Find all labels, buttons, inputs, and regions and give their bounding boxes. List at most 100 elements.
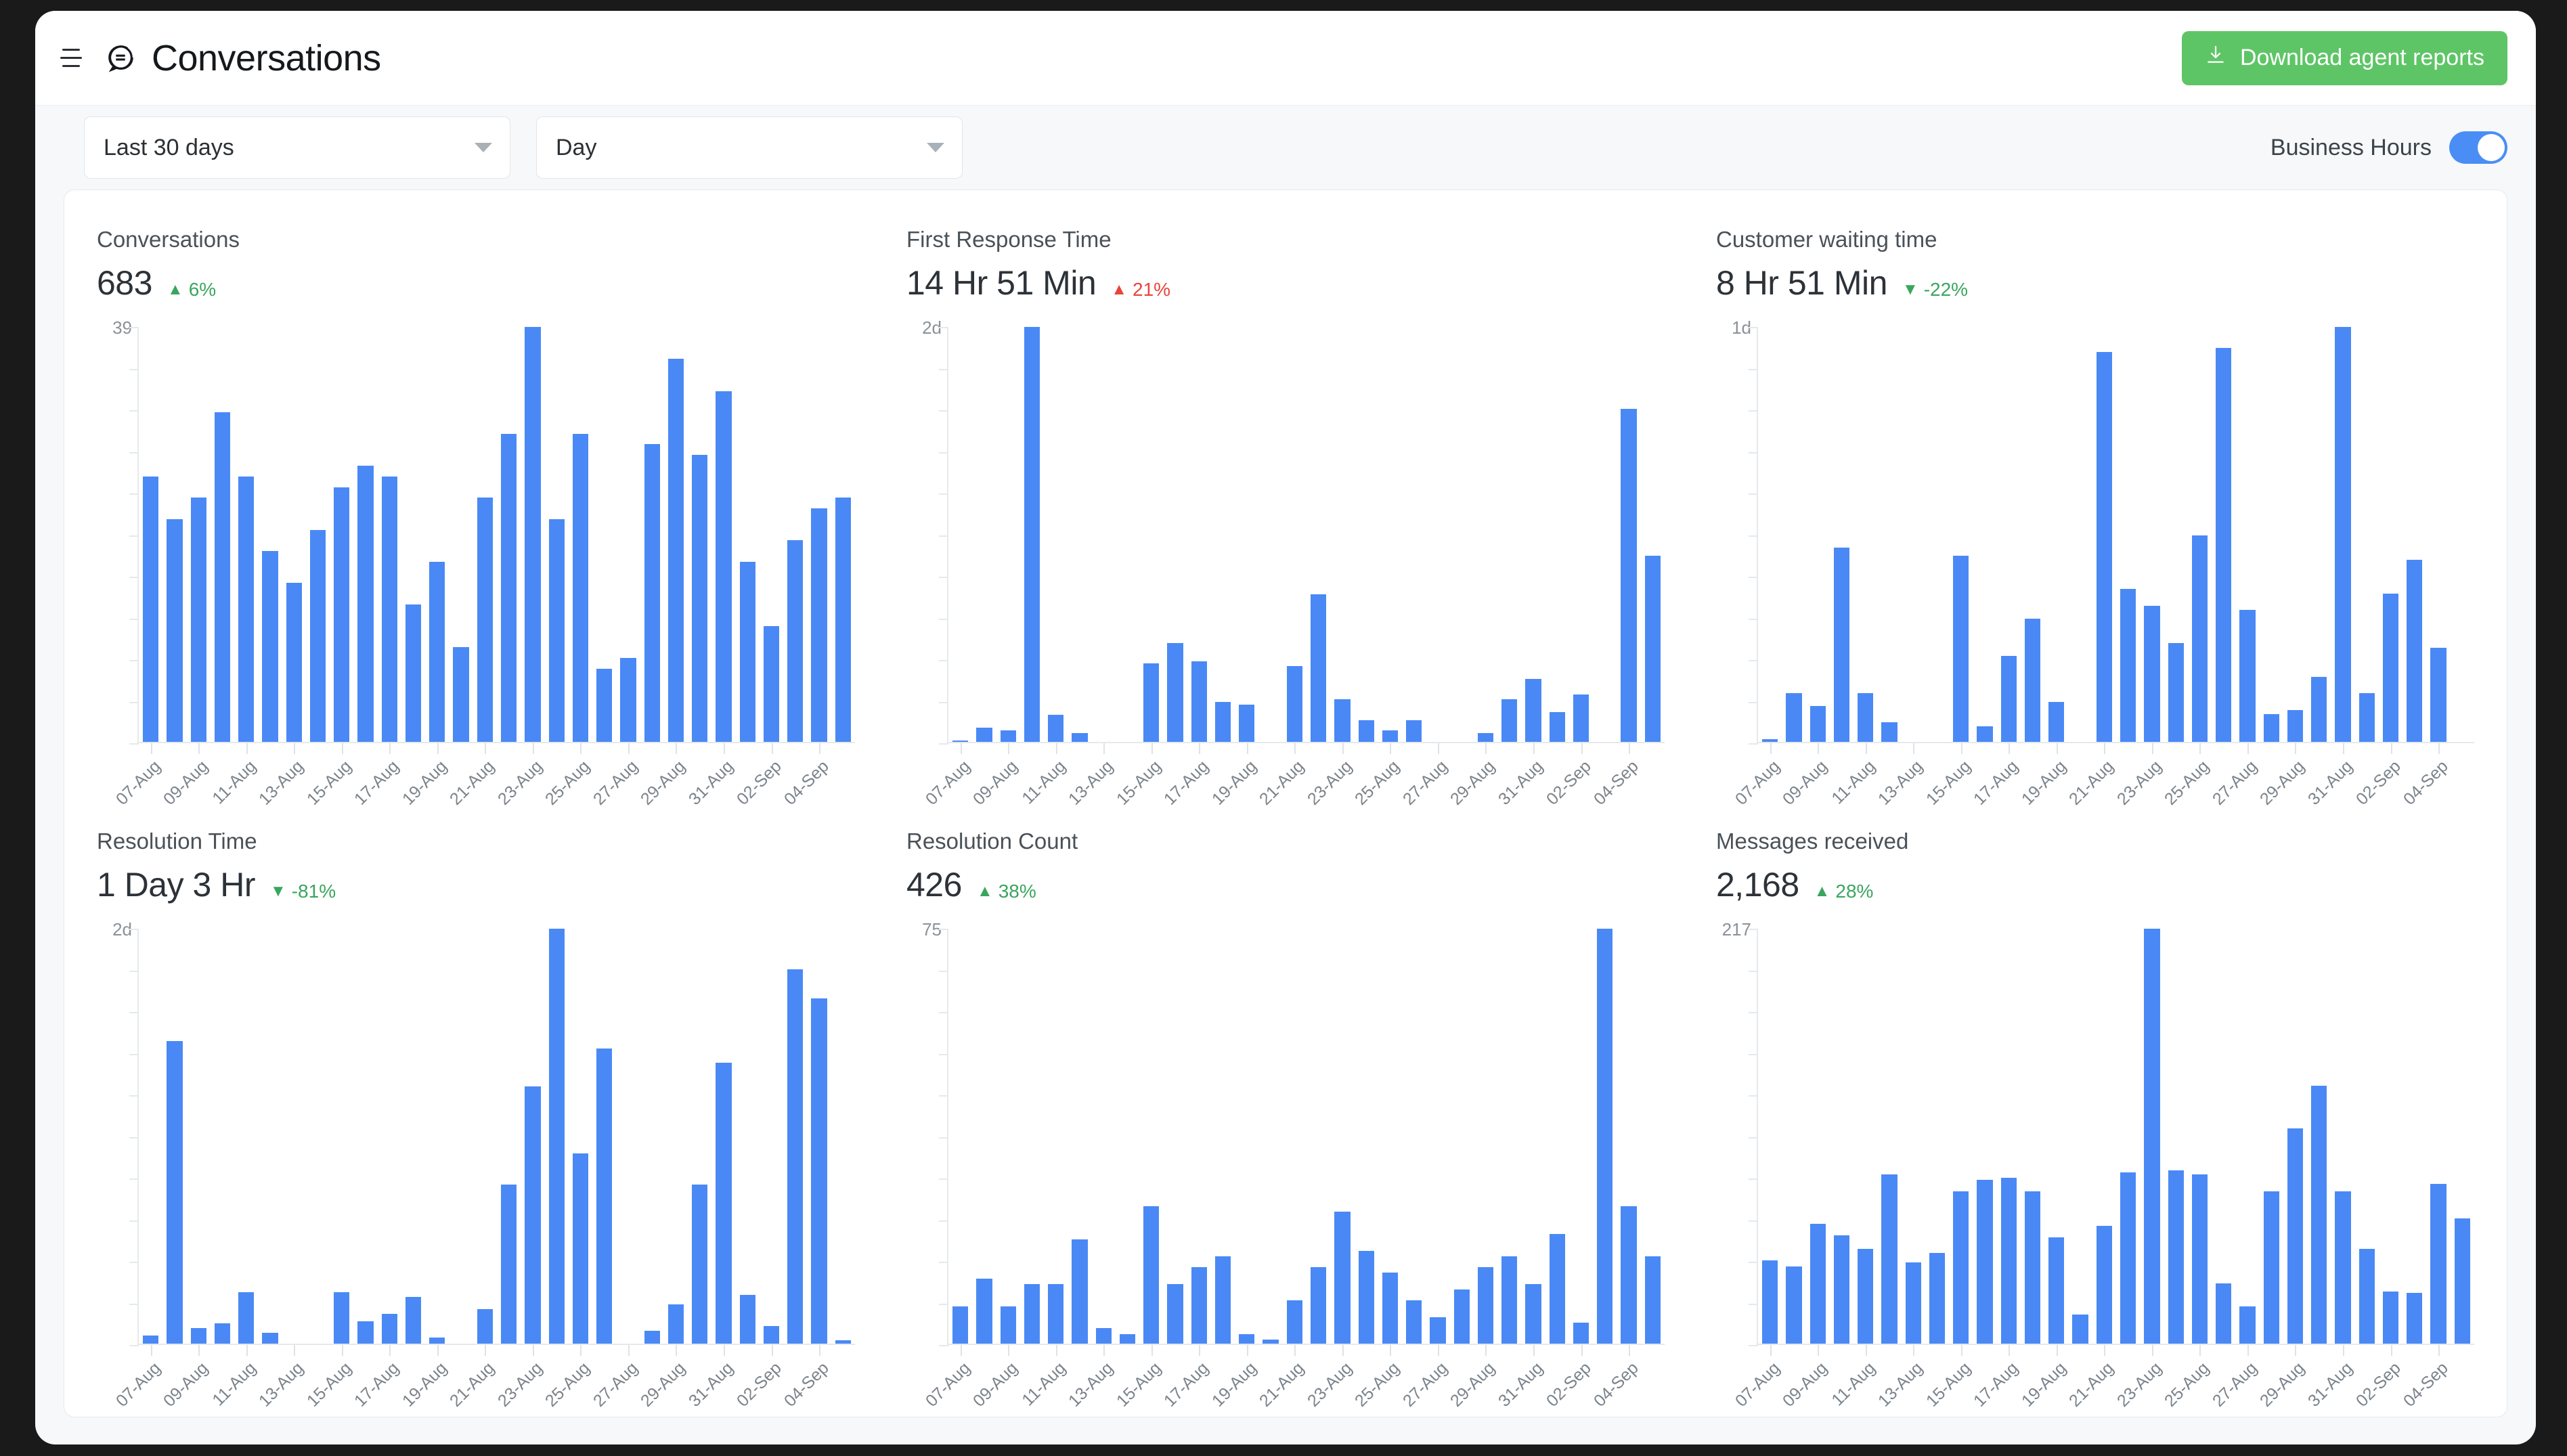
bar[interactable] [1549,1234,1565,1345]
bar-slot[interactable] [1758,327,1782,743]
bar-slot[interactable] [1116,327,1139,743]
bar[interactable] [572,1153,589,1345]
bar[interactable] [214,1323,231,1345]
bar[interactable] [1048,1283,1064,1345]
bar-slot[interactable] [2355,327,2379,743]
bar[interactable] [2191,1174,2208,1345]
bar[interactable] [525,1086,541,1345]
bar-slot[interactable] [2068,929,2092,1345]
bar-slot[interactable] [330,327,353,743]
bar[interactable] [1762,1260,1778,1345]
bar-slot[interactable] [2355,929,2379,1345]
bar[interactable] [1239,705,1255,743]
bar-slot[interactable] [2188,327,2212,743]
bar[interactable] [2454,1218,2470,1345]
bar-slot[interactable] [1163,327,1187,743]
bar-slot[interactable] [473,929,497,1345]
bar-slot[interactable] [2260,929,2283,1345]
bar[interactable] [2358,693,2375,743]
bar[interactable] [2311,676,2327,743]
bar[interactable] [1024,327,1040,743]
bar-slot[interactable] [1593,327,1617,743]
bar[interactable] [1191,1267,1207,1345]
bar-slot[interactable] [1330,929,1354,1345]
bar-slot[interactable] [1258,327,1282,743]
bar[interactable] [1833,1235,1850,1345]
bar[interactable] [2024,1191,2041,1345]
bar-slot[interactable] [1925,327,1949,743]
bar[interactable] [1905,1262,1921,1345]
bar[interactable] [2358,1249,2375,1345]
bar[interactable] [1977,726,1993,743]
bar-slot[interactable] [1139,929,1163,1345]
bar[interactable] [1833,547,1850,743]
bar[interactable] [1310,1267,1327,1345]
bar-slot[interactable] [1092,929,1116,1345]
bar[interactable] [1501,1256,1518,1345]
bar-slot[interactable] [948,929,972,1345]
bar[interactable] [952,1306,969,1345]
bar-slot[interactable] [1521,327,1545,743]
bar-slot[interactable] [1949,929,1973,1345]
bar[interactable] [1406,720,1422,743]
bar-slot[interactable] [1355,327,1378,743]
bar[interactable] [572,433,589,743]
bar-slot[interactable] [2044,929,2068,1345]
bar-slot[interactable] [401,327,425,743]
bar-slot[interactable] [2116,929,2140,1345]
bar[interactable] [477,1308,493,1345]
bar-slot[interactable] [2403,929,2426,1345]
bar[interactable] [548,929,565,1345]
bar-slot[interactable] [162,327,186,743]
bar-slot[interactable] [1497,327,1521,743]
bar-slot[interactable] [1521,929,1545,1345]
bar[interactable] [2216,1283,2232,1345]
bar-slot[interactable] [1307,327,1330,743]
bar-slot[interactable] [1617,929,1640,1345]
bar-slot[interactable] [1973,327,1996,743]
bar[interactable] [1310,594,1327,743]
bar-slot[interactable] [2426,327,2450,743]
bar[interactable] [716,391,732,743]
bar[interactable] [2239,1306,2256,1345]
bar[interactable] [739,1294,755,1345]
bar-slot[interactable] [1116,929,1139,1345]
bar-slot[interactable] [521,327,544,743]
bar[interactable] [1501,699,1518,743]
bar[interactable] [262,551,278,743]
bar-slot[interactable] [2379,929,2403,1345]
hamburger-icon[interactable] [56,43,87,74]
bar-slot[interactable] [545,929,569,1345]
bar[interactable] [309,529,326,743]
bar-slot[interactable] [1187,929,1211,1345]
bar-slot[interactable] [616,929,640,1345]
bar-slot[interactable] [569,327,592,743]
business-hours-toggle[interactable] [2449,131,2507,164]
bar[interactable] [2287,1128,2304,1345]
bar-slot[interactable] [1902,327,1925,743]
bar[interactable] [190,1328,206,1345]
bar-slot[interactable] [711,929,735,1345]
bar-slot[interactable] [282,327,306,743]
bar[interactable] [1881,722,1897,743]
bar-slot[interactable] [2403,327,2426,743]
bar[interactable] [763,625,780,743]
bar-slot[interactable] [378,327,401,743]
bar-slot[interactable] [1450,929,1474,1345]
bar[interactable] [2430,1183,2447,1345]
bar-slot[interactable] [640,327,664,743]
bar[interactable] [548,519,565,743]
bar[interactable] [1477,1267,1494,1345]
bar-slot[interactable] [1758,929,1782,1345]
bar[interactable] [2335,1191,2351,1345]
bar[interactable] [1072,1239,1088,1345]
bar-slot[interactable] [162,929,186,1345]
bar[interactable] [1621,409,1637,743]
bar-slot[interactable] [2092,327,2116,743]
bar-slot[interactable] [1830,929,1853,1345]
bar[interactable] [2239,610,2256,743]
bar-slot[interactable] [807,929,831,1345]
bar[interactable] [1214,1256,1231,1345]
bar-slot[interactable] [1782,929,1805,1345]
bar-slot[interactable] [831,327,855,743]
